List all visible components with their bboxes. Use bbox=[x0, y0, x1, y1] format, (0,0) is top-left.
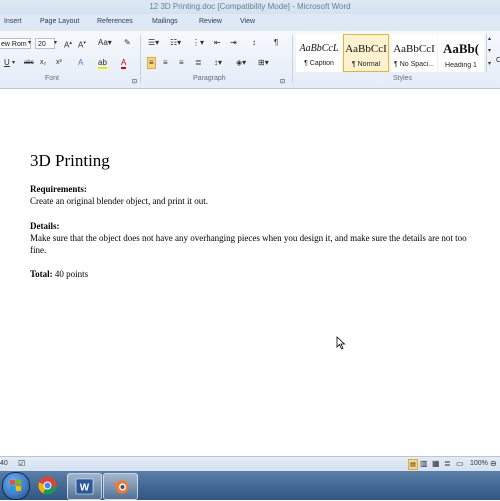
total-label: Total: bbox=[30, 269, 53, 279]
style-preview: AaBb( bbox=[442, 41, 480, 56]
styles-scroll[interactable]: ▴ ▾ ▾ bbox=[486, 34, 496, 72]
strikethrough-icon[interactable]: abc bbox=[24, 58, 34, 68]
start-button[interactable] bbox=[2, 472, 30, 500]
shrink-font-icon[interactable]: A▾ bbox=[78, 38, 86, 51]
word-icon: W bbox=[75, 478, 94, 495]
style-preview: AaBbCcL bbox=[299, 43, 339, 54]
taskbar-blender[interactable] bbox=[103, 473, 138, 500]
style-no-spacing[interactable]: AaBbCcI ¶ No Spaci... bbox=[391, 34, 437, 72]
windows-logo-icon bbox=[10, 480, 21, 491]
requirements-paragraph: Requirements: Create an original blender… bbox=[30, 183, 470, 207]
shading-icon[interactable]: ◈▾ bbox=[236, 58, 246, 68]
requirements-text: Create an original blender object, and p… bbox=[30, 196, 208, 206]
highlight-icon[interactable]: ab bbox=[98, 58, 107, 69]
taskbar-chrome[interactable] bbox=[31, 473, 64, 498]
numbering-icon[interactable]: ☷▾ bbox=[170, 38, 181, 48]
taskbar-word[interactable]: W bbox=[67, 473, 102, 500]
proofing-icon[interactable]: ☑ bbox=[18, 459, 25, 469]
ribbon: ew Rom ▾ 20 ▾ A▴ A▾ Aa▾ ✎ U ▾ abc x₂ x² … bbox=[0, 31, 500, 89]
more-styles-icon[interactable]: ▾ bbox=[488, 59, 491, 69]
blender-icon bbox=[111, 480, 129, 494]
outline-view-icon[interactable]: ≣ bbox=[444, 459, 451, 469]
tab-references[interactable]: References bbox=[97, 18, 133, 25]
details-text: Make sure that the object does not have … bbox=[30, 233, 467, 255]
chevron-down-icon[interactable]: ▾ bbox=[54, 38, 57, 48]
print-layout-icon[interactable]: ▤ bbox=[408, 459, 418, 470]
borders-icon[interactable]: ⊞▾ bbox=[258, 58, 269, 68]
style-preview: AaBbCcI bbox=[393, 43, 435, 55]
zoom-level[interactable]: 100% bbox=[470, 460, 488, 467]
change-styles-label[interactable]: C bbox=[496, 57, 500, 64]
style-heading-1[interactable]: AaBb( Heading 1 bbox=[438, 34, 484, 72]
total-paragraph: Total: 40 points bbox=[30, 268, 470, 280]
style-name: ¶ No Spaci... bbox=[394, 61, 434, 68]
styles-group-label: Styles bbox=[393, 75, 413, 82]
paragraph-group-label: Paragraph bbox=[193, 75, 226, 82]
align-left-icon[interactable]: ≡ bbox=[147, 57, 156, 69]
font-name-box[interactable]: ew Rom bbox=[0, 38, 31, 49]
bullets-icon[interactable]: ☰▾ bbox=[148, 38, 159, 48]
justify-icon[interactable]: ≣ bbox=[195, 58, 202, 68]
sort-icon[interactable]: ↕ bbox=[252, 38, 256, 48]
mouse-pointer-icon bbox=[336, 336, 346, 350]
subscript-icon[interactable]: x₂ bbox=[40, 58, 46, 68]
details-label: Details: bbox=[30, 221, 60, 231]
font-group-label: Font bbox=[45, 75, 60, 82]
full-screen-reading-icon[interactable]: ▥ bbox=[420, 459, 428, 469]
tab-page-layout[interactable]: Page Layout bbox=[40, 18, 79, 25]
dialog-launcher-icon[interactable]: ⊡ bbox=[280, 77, 285, 87]
font-color-icon[interactable]: A bbox=[121, 58, 127, 69]
details-paragraph: Details: Make sure that the object does … bbox=[30, 220, 470, 256]
show-marks-icon[interactable]: ¶ bbox=[274, 38, 278, 48]
style-name: ¶ Caption bbox=[304, 60, 334, 67]
clear-formatting-icon[interactable]: ✎ bbox=[124, 38, 131, 48]
word-count[interactable]: 40 bbox=[0, 460, 8, 467]
chevron-down-icon[interactable]: ▾ bbox=[12, 58, 15, 68]
dialog-launcher-icon[interactable]: ⊡ bbox=[132, 77, 137, 87]
tab-view[interactable]: View bbox=[240, 18, 255, 25]
text-effects-icon[interactable]: A bbox=[78, 58, 83, 68]
superscript-icon[interactable]: x² bbox=[56, 58, 62, 68]
line-spacing-icon[interactable]: ↕▾ bbox=[214, 58, 222, 68]
align-right-icon[interactable]: ≡ bbox=[179, 58, 184, 68]
title-bar: 12 3D Printing.doc [Compatibility Mode] … bbox=[0, 0, 500, 14]
status-bar: 40 ☑ ▤ ▥ ▦ ≣ ▭ 100% ⊖ bbox=[0, 456, 500, 472]
tab-insert[interactable]: Insert bbox=[4, 18, 22, 25]
change-case-icon[interactable]: Aa▾ bbox=[98, 38, 112, 48]
style-name: Heading 1 bbox=[445, 62, 477, 69]
chevron-down-icon[interactable]: ▾ bbox=[28, 38, 31, 48]
style-preview: AaBbCcI bbox=[345, 43, 387, 55]
draft-view-icon[interactable]: ▭ bbox=[456, 459, 464, 469]
grow-font-icon[interactable]: A▴ bbox=[64, 38, 72, 51]
window-title: 12 3D Printing.doc [Compatibility Mode] … bbox=[149, 2, 351, 11]
tab-review[interactable]: Review bbox=[199, 18, 222, 25]
style-name: ¶ Normal bbox=[351, 61, 381, 68]
chevron-up-icon[interactable]: ▴ bbox=[488, 34, 491, 44]
style-caption[interactable]: AaBbCcL ¶ Caption bbox=[296, 34, 342, 72]
multilevel-list-icon[interactable]: ⋮▾ bbox=[192, 38, 204, 48]
align-center-icon[interactable]: ≡ bbox=[163, 58, 168, 68]
decrease-indent-icon[interactable]: ⇤ bbox=[214, 38, 221, 48]
taskbar: W bbox=[0, 471, 500, 500]
ribbon-tabs: Insert Page Layout References Mailings R… bbox=[0, 14, 500, 31]
document-title: 3D Printing bbox=[30, 151, 110, 170]
requirements-label: Requirements: bbox=[30, 184, 87, 194]
style-normal[interactable]: AaBbCcI ¶ Normal bbox=[343, 34, 389, 72]
font-size-box[interactable]: 20 bbox=[35, 38, 55, 49]
chrome-icon bbox=[38, 476, 57, 495]
total-value: 40 points bbox=[52, 269, 89, 279]
svg-text:W: W bbox=[80, 483, 90, 494]
chevron-down-icon[interactable]: ▾ bbox=[488, 46, 491, 56]
increase-indent-icon[interactable]: ⇥ bbox=[230, 38, 237, 48]
tab-mailings[interactable]: Mailings bbox=[152, 18, 178, 25]
zoom-out-icon[interactable]: ⊖ bbox=[490, 459, 497, 469]
web-layout-icon[interactable]: ▦ bbox=[432, 459, 440, 469]
underline-icon[interactable]: U bbox=[4, 58, 10, 68]
